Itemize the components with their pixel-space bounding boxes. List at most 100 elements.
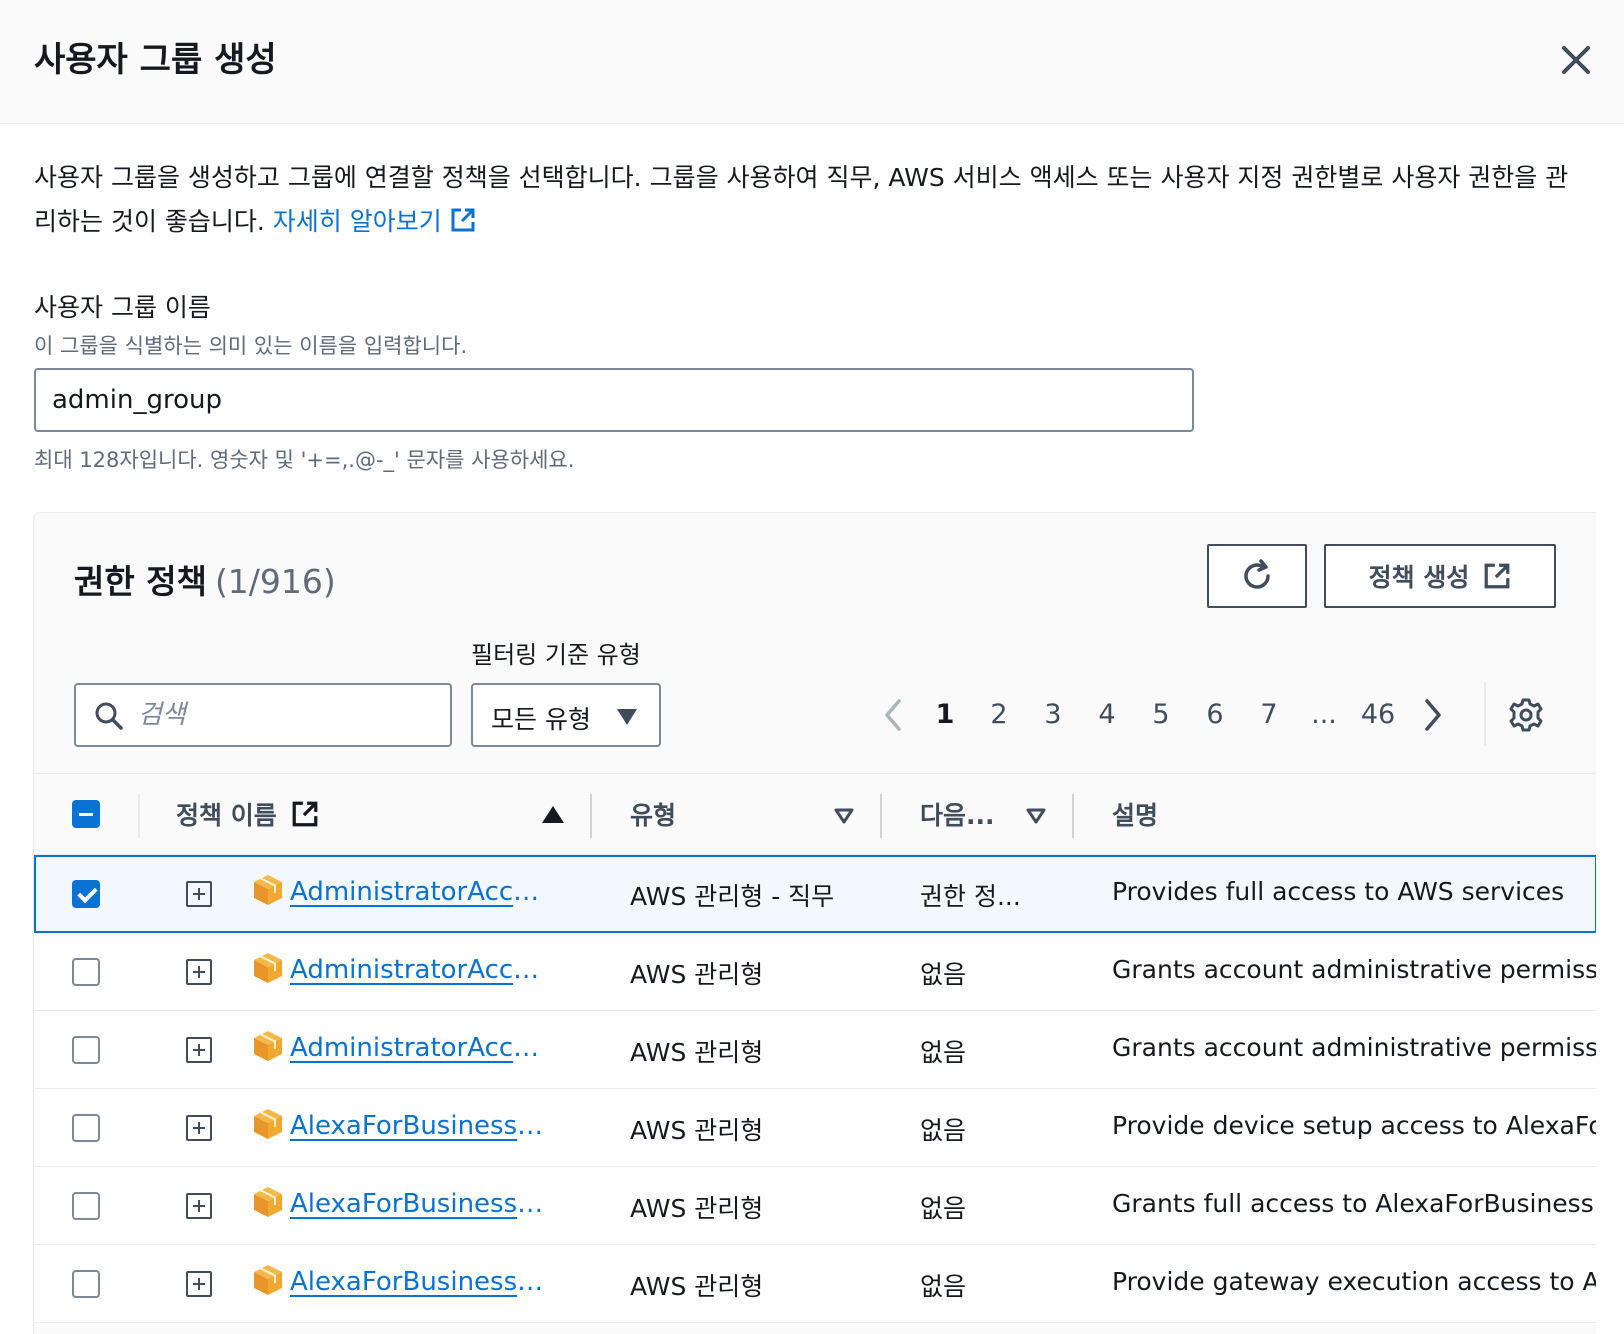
policy-description: Provide device setup access to AlexaForB… xyxy=(1112,1111,1596,1140)
chevron-right-icon xyxy=(1425,699,1441,731)
policy-type: AWS 관리형 xyxy=(630,1038,764,1067)
page-5[interactable]: 5 xyxy=(1146,685,1176,745)
modal-title: 사용자 그룹 생성 xyxy=(34,40,277,80)
gear-icon xyxy=(1509,698,1543,732)
create-policy-button[interactable]: 정책 생성 xyxy=(1324,544,1556,608)
external-link-icon xyxy=(1484,563,1510,589)
column-resizer[interactable] xyxy=(1072,794,1074,838)
column-policy-name[interactable]: 정책 이름 xyxy=(176,796,319,832)
policy-name-link[interactable]: AdministratorAccess-Amplify xyxy=(290,955,546,985)
sort-descending-icon[interactable] xyxy=(834,808,854,824)
policy-name-link[interactable]: AdministratorAccess-AWSElasticBeanstalk xyxy=(290,1033,546,1063)
permission-policies-panel: 권한 정책(1/916) 정책 생성 필터링 기준 유형 모든 유형 1 xyxy=(33,512,1596,1334)
policies-heading: 권한 정책 (1/916) xyxy=(74,555,336,603)
policy-name-link[interactable]: AdministratorAccess xyxy=(290,877,546,907)
column-resizer[interactable] xyxy=(880,794,882,838)
table-row[interactable]: AdministratorAccess-Amplify AWS 관리형 없음 G… xyxy=(34,933,1596,1011)
modal-description: 사용자 그룹을 생성하고 그룹에 연결할 정책을 선택합니다. 그룹을 사용하여… xyxy=(34,156,1574,244)
policies-title: 권한 정책 xyxy=(74,562,207,601)
search-icon xyxy=(95,702,123,730)
policy-cube-icon xyxy=(254,1109,282,1139)
select-all-checkbox[interactable] xyxy=(72,800,100,828)
preferences-button[interactable] xyxy=(1508,697,1544,737)
page-6[interactable]: 6 xyxy=(1200,685,1230,745)
policy-type: AWS 관리형 xyxy=(630,960,764,989)
policy-description: Provides full access to AWS services xyxy=(1112,877,1565,906)
policy-type: AWS 관리형 - 직무 xyxy=(630,882,835,911)
page-3[interactable]: 3 xyxy=(1038,685,1068,745)
group-name-constraint: 최대 128자입니다. 영숫자 및 '+=,.@-_' 문자를 사용하세요. xyxy=(34,448,575,472)
policy-description: Grants account administrative permission… xyxy=(1112,955,1596,984)
column-type[interactable]: 유형 xyxy=(630,796,676,832)
page-1[interactable]: 1 xyxy=(930,685,960,745)
page-4[interactable]: 4 xyxy=(1092,685,1122,745)
row-checkbox[interactable] xyxy=(72,958,100,986)
close-button[interactable] xyxy=(1556,40,1596,80)
next-page-button[interactable] xyxy=(1418,685,1448,745)
column-divider xyxy=(138,794,140,838)
policy-name-link[interactable]: AlexaForBusinessDeviceSetup xyxy=(290,1111,546,1141)
page-2[interactable]: 2 xyxy=(984,685,1014,745)
table-row[interactable]: AlexaForBusinessFullAccess AWS 관리형 없음 Gr… xyxy=(34,1167,1596,1245)
sort-ascending-icon[interactable] xyxy=(542,806,564,823)
column-policy-name-label: 정책 이름 xyxy=(176,801,277,830)
page-7[interactable]: 7 xyxy=(1254,685,1284,745)
column-resizer[interactable] xyxy=(590,794,592,838)
type-filter-value: 모든 유형 xyxy=(491,705,591,734)
policy-description: Provide gateway execution access to Alex… xyxy=(1112,1267,1596,1296)
pagination-divider xyxy=(1484,682,1486,746)
policy-cube-icon xyxy=(254,1187,282,1217)
row-checkbox[interactable] xyxy=(72,1192,100,1220)
learn-more-label: 자세히 알아보기 xyxy=(272,207,442,236)
description-text: 사용자 그룹을 생성하고 그룹에 연결할 정책을 선택합니다. 그룹을 사용하여… xyxy=(34,163,1569,236)
policy-name-link[interactable]: AlexaForBusinessFullAccess xyxy=(290,1189,546,1219)
policy-cube-icon xyxy=(254,953,282,983)
group-name-label: 사용자 그룹 이름 xyxy=(34,293,211,322)
policy-next: 없음 xyxy=(920,1272,967,1301)
policy-next: 없음 xyxy=(920,1194,967,1223)
filter-type-label: 필터링 기준 유형 xyxy=(471,641,641,669)
policy-type: AWS 관리형 xyxy=(630,1116,764,1145)
table-row[interactable]: AdministratorAccess AWS 관리형 - 직무 권한 정...… xyxy=(34,855,1596,933)
column-description[interactable]: 설명 xyxy=(1112,796,1158,832)
policy-cube-icon xyxy=(254,1031,282,1061)
close-icon xyxy=(1562,46,1590,74)
table-row[interactable]: AlexaForBusinessDeviceSetup AWS 관리형 없음 P… xyxy=(34,1089,1596,1167)
expand-icon[interactable] xyxy=(186,881,212,907)
policy-cube-icon xyxy=(254,1265,282,1295)
row-checkbox[interactable] xyxy=(72,1114,100,1142)
table-header: 정책 이름 유형 다음... 설명 xyxy=(34,773,1596,855)
external-link-icon xyxy=(293,801,318,827)
table-row[interactable]: AdministratorAccess-AWSElasticBeanstalk … xyxy=(34,1011,1596,1089)
type-filter-select[interactable]: 모든 유형 xyxy=(471,683,661,747)
policy-next: 없음 xyxy=(920,1116,967,1145)
refresh-button[interactable] xyxy=(1207,544,1307,608)
caret-down-icon xyxy=(617,709,637,725)
row-checkbox[interactable] xyxy=(72,1036,100,1064)
row-checkbox[interactable] xyxy=(72,880,100,908)
policy-description: Grants full access to AlexaForBusiness xyxy=(1112,1189,1594,1218)
policies-count: (1/916) xyxy=(214,562,336,601)
row-checkbox[interactable] xyxy=(72,1270,100,1298)
expand-icon[interactable] xyxy=(186,1115,212,1141)
expand-icon[interactable] xyxy=(186,1037,212,1063)
policy-type: AWS 관리형 xyxy=(630,1272,764,1301)
sort-descending-icon[interactable] xyxy=(1026,808,1046,824)
previous-page-button[interactable] xyxy=(878,685,908,745)
expand-icon[interactable] xyxy=(186,1271,212,1297)
column-next[interactable]: 다음... xyxy=(920,796,995,832)
learn-more-link[interactable]: 자세히 알아보기 xyxy=(273,207,476,236)
search-input[interactable] xyxy=(138,685,438,745)
expand-icon[interactable] xyxy=(186,1193,212,1219)
table-row[interactable]: AlexaForBusinessGatewayExecution AWS 관리형… xyxy=(34,1245,1596,1323)
page-46[interactable]: 46 xyxy=(1358,685,1398,745)
group-name-input[interactable] xyxy=(34,368,1194,432)
policy-next: 없음 xyxy=(920,960,967,989)
policy-name-link[interactable]: AlexaForBusinessGatewayExecution xyxy=(290,1267,546,1297)
page-ellipsis: ... xyxy=(1311,699,1337,730)
policy-description: Grants account administrative permission… xyxy=(1112,1033,1596,1062)
modal-header: 사용자 그룹 생성 xyxy=(0,0,1624,124)
expand-icon[interactable] xyxy=(186,959,212,985)
external-link-icon xyxy=(451,208,475,232)
search-field[interactable] xyxy=(74,683,452,747)
